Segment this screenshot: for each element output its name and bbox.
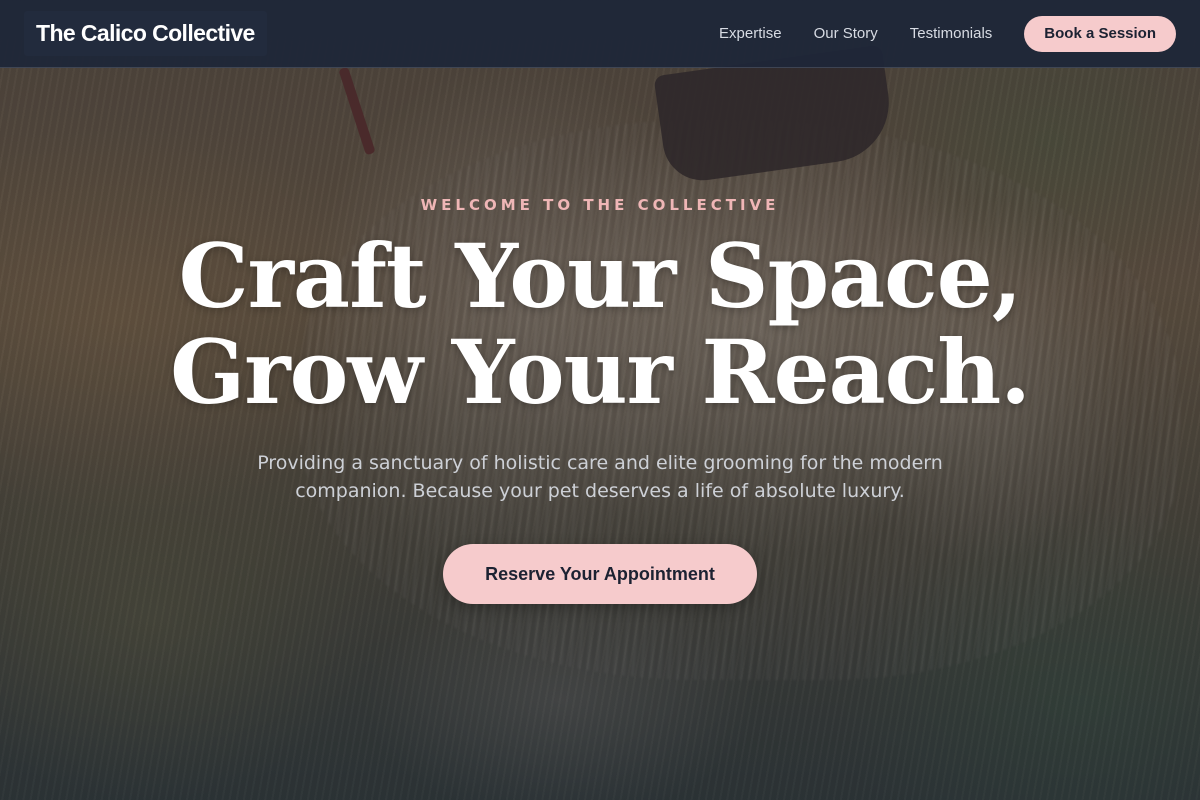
hero-headline-line-2: Grow Your Reach. <box>170 320 1031 424</box>
hero-content: WELCOME TO THE COLLECTIVE Craft Your Spa… <box>0 0 1200 800</box>
hero-eyebrow: WELCOME TO THE COLLECTIVE <box>420 196 780 214</box>
reserve-appointment-button[interactable]: Reserve Your Appointment <box>443 544 757 604</box>
navbar: The Calico Collective Expertise Our Stor… <box>0 0 1200 68</box>
nav-link-expertise[interactable]: Expertise <box>719 25 782 42</box>
book-session-button[interactable]: Book a Session <box>1024 15 1176 52</box>
hero-headline: Craft Your Space, Grow Your Reach. <box>0 228 1200 420</box>
brand-logo[interactable]: The Calico Collective <box>24 11 267 56</box>
nav-link-testimonials[interactable]: Testimonials <box>910 25 993 42</box>
hero-headline-line-1: Craft Your Space, <box>178 224 1023 328</box>
hero-subtitle: Providing a sanctuary of holistic care a… <box>257 452 943 502</box>
nav-links: Expertise Our Story Testimonials Book a … <box>719 15 1176 52</box>
nav-link-our-story[interactable]: Our Story <box>814 25 878 42</box>
